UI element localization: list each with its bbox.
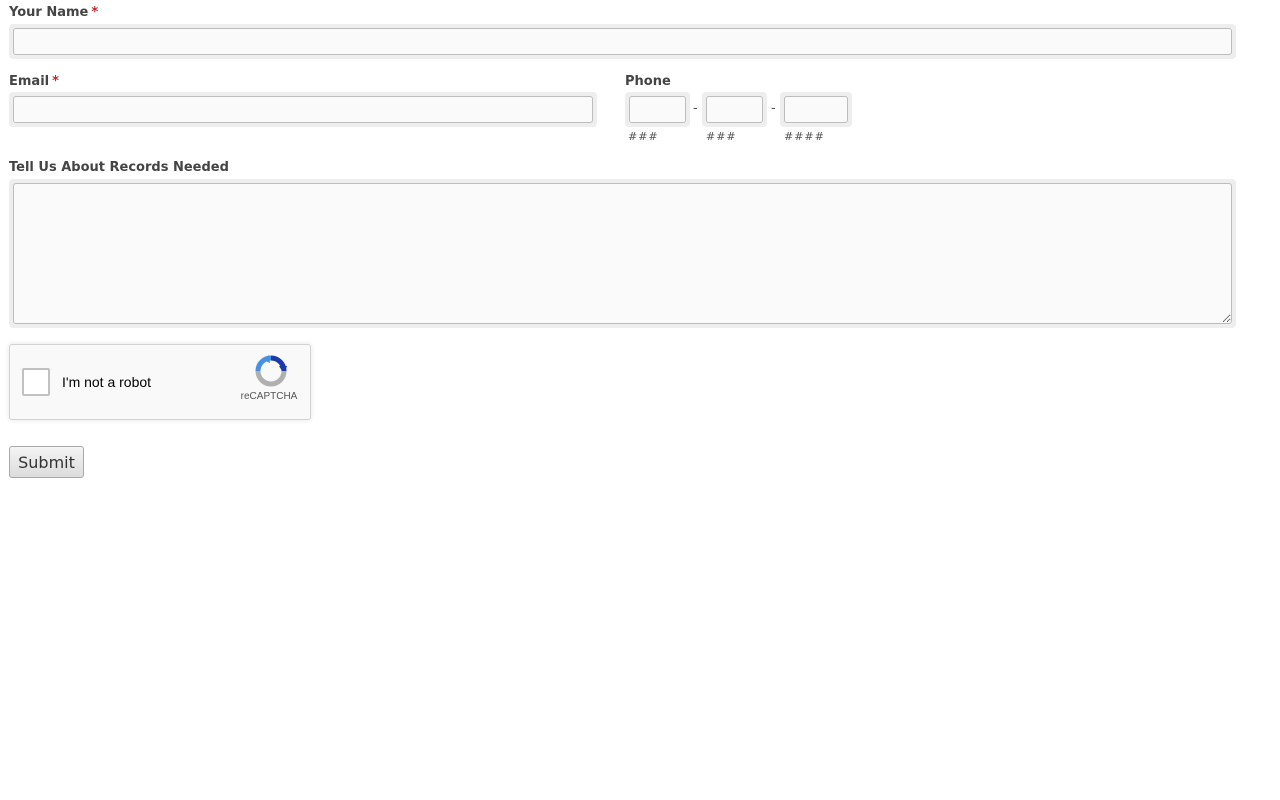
recaptcha-label: I'm not a robot: [62, 374, 152, 390]
name-label-text: Your Name: [9, 5, 89, 20]
phone-area-code-frame: [625, 92, 690, 127]
phone-prefix-frame: [702, 92, 767, 127]
records-label: Tell Us About Records Needed: [9, 160, 229, 175]
name-field-frame: [9, 24, 1236, 59]
email-required-mark: *: [52, 74, 59, 89]
phone-area-code-input[interactable]: [629, 96, 686, 123]
phone-line-number-hint: ####: [784, 130, 825, 143]
recaptcha-brand: reCAPTCHA: [240, 391, 298, 402]
phone-area-code-hint: ###: [628, 130, 659, 143]
email-input[interactable]: [13, 96, 593, 123]
phone-separator-2: -: [771, 101, 776, 116]
email-label: Email *: [9, 74, 59, 90]
phone-line-number-frame: [780, 92, 852, 127]
email-label-text: Email: [9, 74, 50, 89]
name-input[interactable]: [13, 28, 1232, 55]
phone-prefix-input[interactable]: [706, 96, 763, 123]
records-field-frame: [9, 179, 1236, 328]
phone-label: Phone: [625, 74, 671, 89]
name-label: Your Name *: [9, 5, 98, 21]
email-field-frame: [9, 92, 597, 127]
phone-line-number-input[interactable]: [784, 96, 848, 123]
records-request-form: Your Name * Email * Phone - - ### ### ####…: [0, 0, 1280, 800]
phone-prefix-hint: ###: [706, 130, 737, 143]
phone-separator-1: -: [693, 101, 698, 116]
submit-button[interactable]: Submit: [9, 446, 84, 478]
recaptcha-checkbox[interactable]: [22, 368, 50, 396]
recaptcha-widget: I'm not a robot reCAPTCHA: [9, 344, 311, 420]
records-textarea[interactable]: [13, 183, 1232, 324]
recaptcha-logo-icon: [255, 355, 287, 387]
name-required-mark: *: [91, 5, 99, 20]
